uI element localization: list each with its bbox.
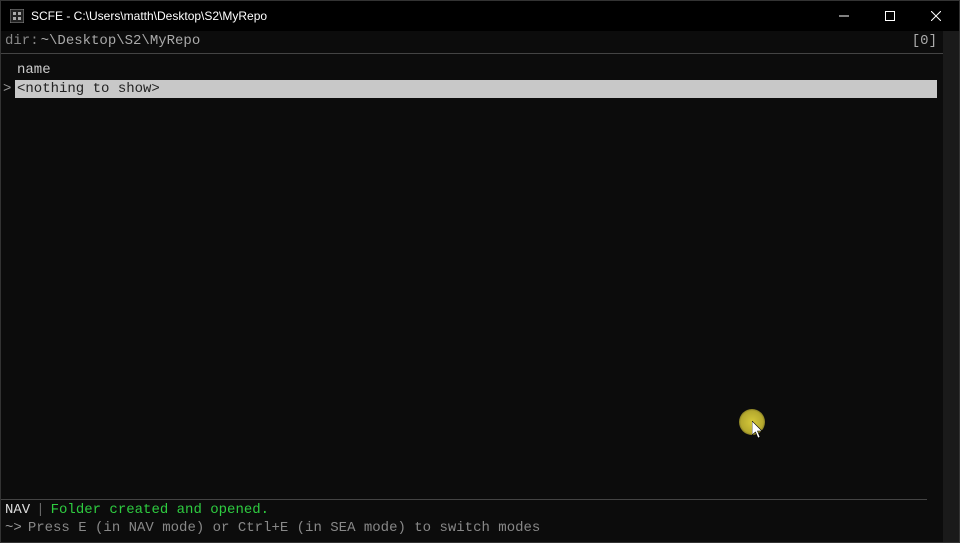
column-header-name: name	[1, 60, 943, 80]
titlebar: SCFE - C:\Users\matth\Desktop\S2\MyRepo	[1, 1, 959, 31]
empty-placeholder: <nothing to show>	[15, 80, 937, 98]
window-title: SCFE - C:\Users\matth\Desktop\S2\MyRepo	[31, 9, 267, 23]
prompt-symbol: ~>	[5, 520, 22, 536]
maximize-button[interactable]	[867, 1, 913, 31]
mode-indicator: NAV	[5, 502, 30, 518]
dir-line: dir: ~\Desktop\S2\MyRepo [0]	[1, 31, 943, 54]
app-icon	[9, 8, 25, 24]
file-list: name > <nothing to show>	[1, 54, 943, 98]
dir-label: dir:	[5, 33, 39, 49]
main-area: dir: ~\Desktop\S2\MyRepo [0] name > <not…	[1, 31, 959, 542]
hint-text: Press E (in NAV mode) or Ctrl+E (in SEA …	[28, 520, 540, 536]
status-message: Folder created and opened.	[51, 502, 269, 518]
window-controls	[821, 1, 959, 31]
status-bar: NAV | Folder created and opened. ~> Pres…	[1, 499, 927, 542]
dir-path: ~\Desktop\S2\MyRepo	[41, 33, 201, 49]
minimize-button[interactable]	[821, 1, 867, 31]
close-button[interactable]	[913, 1, 959, 31]
item-counter: [0]	[912, 33, 939, 49]
list-row-selected[interactable]: > <nothing to show>	[1, 80, 943, 98]
selection-caret: >	[1, 80, 15, 98]
scrollbar[interactable]	[943, 31, 959, 542]
status-separator: |	[36, 502, 44, 518]
